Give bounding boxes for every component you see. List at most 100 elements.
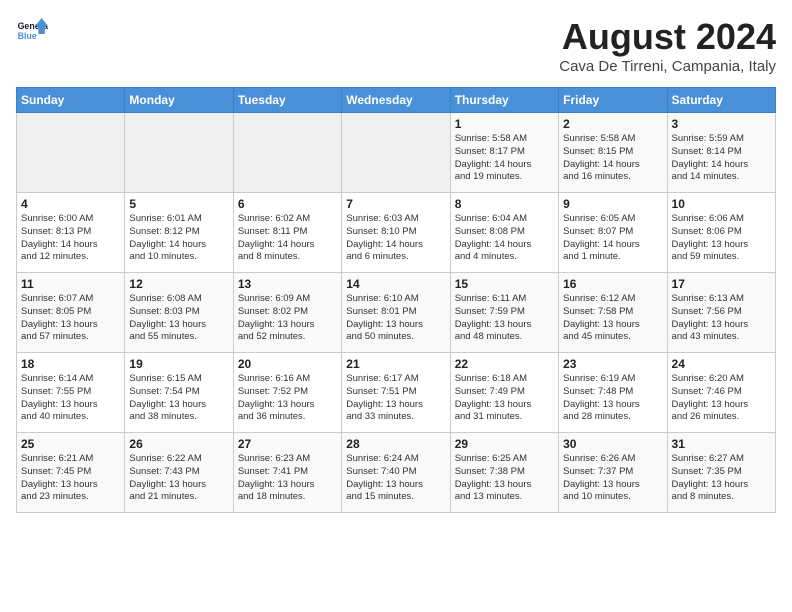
calendar-cell xyxy=(342,113,450,193)
cell-content: Sunrise: 6:14 AM Sunset: 7:55 PM Dayligh… xyxy=(21,373,120,424)
calendar-cell: 18 Sunrise: 6:14 AM Sunset: 7:55 PM Dayli… xyxy=(17,353,125,433)
location: Cava De Tirreni, Campania, Italy xyxy=(559,58,776,75)
calendar-cell: 29 Sunrise: 6:25 AM Sunset: 7:38 PM Dayli… xyxy=(450,433,558,513)
cell-content: Sunrise: 6:19 AM Sunset: 7:48 PM Dayligh… xyxy=(563,373,662,424)
calendar-cell: 28 Sunrise: 6:24 AM Sunset: 7:40 PM Dayli… xyxy=(342,433,450,513)
calendar-cell: 8 Sunrise: 6:04 AM Sunset: 8:08 PM Daylig… xyxy=(450,193,558,273)
day-number: 20 xyxy=(238,357,337,371)
day-number: 6 xyxy=(238,197,337,211)
day-number: 27 xyxy=(238,437,337,451)
weekday-header-tuesday: Tuesday xyxy=(233,88,341,113)
cell-content: Sunrise: 6:21 AM Sunset: 7:45 PM Dayligh… xyxy=(21,453,120,504)
cell-content: Sunrise: 6:02 AM Sunset: 8:11 PM Dayligh… xyxy=(238,213,337,264)
cell-content: Sunrise: 5:58 AM Sunset: 8:17 PM Dayligh… xyxy=(455,133,554,184)
day-number: 9 xyxy=(563,197,662,211)
cell-content: Sunrise: 6:15 AM Sunset: 7:54 PM Dayligh… xyxy=(129,373,228,424)
day-number: 30 xyxy=(563,437,662,451)
cell-content: Sunrise: 6:06 AM Sunset: 8:06 PM Dayligh… xyxy=(672,213,771,264)
day-number: 16 xyxy=(563,277,662,291)
weekday-header-thursday: Thursday xyxy=(450,88,558,113)
week-row-5: 25 Sunrise: 6:21 AM Sunset: 7:45 PM Dayli… xyxy=(17,433,776,513)
calendar-cell: 16 Sunrise: 6:12 AM Sunset: 7:58 PM Dayli… xyxy=(559,273,667,353)
calendar-cell: 30 Sunrise: 6:26 AM Sunset: 7:37 PM Dayli… xyxy=(559,433,667,513)
day-number: 26 xyxy=(129,437,228,451)
day-number: 3 xyxy=(672,117,771,131)
calendar-cell: 2Sunrise: 5:58 AM Sunset: 8:15 PM Daylig… xyxy=(559,113,667,193)
day-number: 21 xyxy=(346,357,445,371)
week-row-1: 1 Sunrise: 5:58 AM Sunset: 8:17 PM Daylig… xyxy=(17,113,776,193)
day-number: 11 xyxy=(21,277,120,291)
day-number: 29 xyxy=(455,437,554,451)
calendar-cell: 17 Sunrise: 6:13 AM Sunset: 7:56 PM Dayli… xyxy=(667,273,775,353)
calendar-cell xyxy=(233,113,341,193)
calendar-cell: 10 Sunrise: 6:06 AM Sunset: 8:06 PM Dayli… xyxy=(667,193,775,273)
calendar-cell: 24 Sunrise: 6:20 AM Sunset: 7:46 PM Dayli… xyxy=(667,353,775,433)
weekday-header-saturday: Saturday xyxy=(667,88,775,113)
logo-icon: General Blue xyxy=(16,16,48,44)
calendar-cell xyxy=(125,113,233,193)
day-number: 12 xyxy=(129,277,228,291)
cell-content: Sunrise: 6:25 AM Sunset: 7:38 PM Dayligh… xyxy=(455,453,554,504)
calendar-cell: 9 Sunrise: 6:05 AM Sunset: 8:07 PM Daylig… xyxy=(559,193,667,273)
calendar-cell: 22Sunrise: 6:18 AM Sunset: 7:49 PM Dayli… xyxy=(450,353,558,433)
cell-content: Sunrise: 6:10 AM Sunset: 8:01 PM Dayligh… xyxy=(346,293,445,344)
day-number: 28 xyxy=(346,437,445,451)
day-number: 18 xyxy=(21,357,120,371)
calendar-cell: 21 Sunrise: 6:17 AM Sunset: 7:51 PM Dayli… xyxy=(342,353,450,433)
day-number: 19 xyxy=(129,357,228,371)
calendar-cell: 6 Sunrise: 6:02 AM Sunset: 8:11 PM Daylig… xyxy=(233,193,341,273)
day-number: 25 xyxy=(21,437,120,451)
day-number: 24 xyxy=(672,357,771,371)
weekday-header-friday: Friday xyxy=(559,88,667,113)
day-number: 17 xyxy=(672,277,771,291)
page-header: General Blue August 2024 Cava De Tirreni… xyxy=(16,16,776,75)
day-number: 22 xyxy=(455,357,554,371)
cell-content: Sunrise: 6:17 AM Sunset: 7:51 PM Dayligh… xyxy=(346,373,445,424)
calendar-cell: 23Sunrise: 6:19 AM Sunset: 7:48 PM Dayli… xyxy=(559,353,667,433)
cell-content: Sunrise: 6:13 AM Sunset: 7:56 PM Dayligh… xyxy=(672,293,771,344)
day-number: 8 xyxy=(455,197,554,211)
weekday-header-sunday: Sunday xyxy=(17,88,125,113)
day-number: 2 xyxy=(563,117,662,131)
day-number: 4 xyxy=(21,197,120,211)
cell-content: Sunrise: 6:16 AM Sunset: 7:52 PM Dayligh… xyxy=(238,373,337,424)
weekday-header-wednesday: Wednesday xyxy=(342,88,450,113)
cell-content: Sunrise: 6:08 AM Sunset: 8:03 PM Dayligh… xyxy=(129,293,228,344)
cell-content: Sunrise: 6:03 AM Sunset: 8:10 PM Dayligh… xyxy=(346,213,445,264)
cell-content: Sunrise: 6:24 AM Sunset: 7:40 PM Dayligh… xyxy=(346,453,445,504)
cell-content: Sunrise: 6:00 AM Sunset: 8:13 PM Dayligh… xyxy=(21,213,120,264)
cell-content: Sunrise: 6:20 AM Sunset: 7:46 PM Dayligh… xyxy=(672,373,771,424)
logo: General Blue xyxy=(16,16,48,44)
calendar-cell: 26Sunrise: 6:22 AM Sunset: 7:43 PM Dayli… xyxy=(125,433,233,513)
svg-text:Blue: Blue xyxy=(18,31,37,41)
cell-content: Sunrise: 6:12 AM Sunset: 7:58 PM Dayligh… xyxy=(563,293,662,344)
day-number: 13 xyxy=(238,277,337,291)
day-number: 10 xyxy=(672,197,771,211)
calendar-cell: 12 Sunrise: 6:08 AM Sunset: 8:03 PM Dayli… xyxy=(125,273,233,353)
cell-content: Sunrise: 6:05 AM Sunset: 8:07 PM Dayligh… xyxy=(563,213,662,264)
calendar-cell: 14Sunrise: 6:10 AM Sunset: 8:01 PM Dayli… xyxy=(342,273,450,353)
calendar-cell: 11Sunrise: 6:07 AM Sunset: 8:05 PM Dayli… xyxy=(17,273,125,353)
title-block: August 2024 Cava De Tirreni, Campania, I… xyxy=(559,16,776,75)
cell-content: Sunrise: 5:59 AM Sunset: 8:14 PM Dayligh… xyxy=(672,133,771,184)
week-row-4: 18 Sunrise: 6:14 AM Sunset: 7:55 PM Dayli… xyxy=(17,353,776,433)
calendar-cell: 31Sunrise: 6:27 AM Sunset: 7:35 PM Dayli… xyxy=(667,433,775,513)
calendar-cell: 13 Sunrise: 6:09 AM Sunset: 8:02 PM Dayli… xyxy=(233,273,341,353)
calendar-cell: 3 Sunrise: 5:59 AM Sunset: 8:14 PM Daylig… xyxy=(667,113,775,193)
day-number: 1 xyxy=(455,117,554,131)
calendar-cell: 20 Sunrise: 6:16 AM Sunset: 7:52 PM Dayli… xyxy=(233,353,341,433)
cell-content: Sunrise: 6:23 AM Sunset: 7:41 PM Dayligh… xyxy=(238,453,337,504)
day-number: 5 xyxy=(129,197,228,211)
weekday-header-row: SundayMondayTuesdayWednesdayThursdayFrid… xyxy=(17,88,776,113)
day-number: 7 xyxy=(346,197,445,211)
cell-content: Sunrise: 6:26 AM Sunset: 7:37 PM Dayligh… xyxy=(563,453,662,504)
cell-content: Sunrise: 6:04 AM Sunset: 8:08 PM Dayligh… xyxy=(455,213,554,264)
calendar-cell: 19 Sunrise: 6:15 AM Sunset: 7:54 PM Dayli… xyxy=(125,353,233,433)
week-row-2: 4 Sunrise: 6:00 AM Sunset: 8:13 PM Daylig… xyxy=(17,193,776,273)
cell-content: Sunrise: 6:27 AM Sunset: 7:35 PM Dayligh… xyxy=(672,453,771,504)
calendar-cell xyxy=(17,113,125,193)
calendar-cell: 15Sunrise: 6:11 AM Sunset: 7:59 PM Dayli… xyxy=(450,273,558,353)
calendar-cell: 4 Sunrise: 6:00 AM Sunset: 8:13 PM Daylig… xyxy=(17,193,125,273)
cell-content: Sunrise: 6:09 AM Sunset: 8:02 PM Dayligh… xyxy=(238,293,337,344)
week-row-3: 11Sunrise: 6:07 AM Sunset: 8:05 PM Dayli… xyxy=(17,273,776,353)
